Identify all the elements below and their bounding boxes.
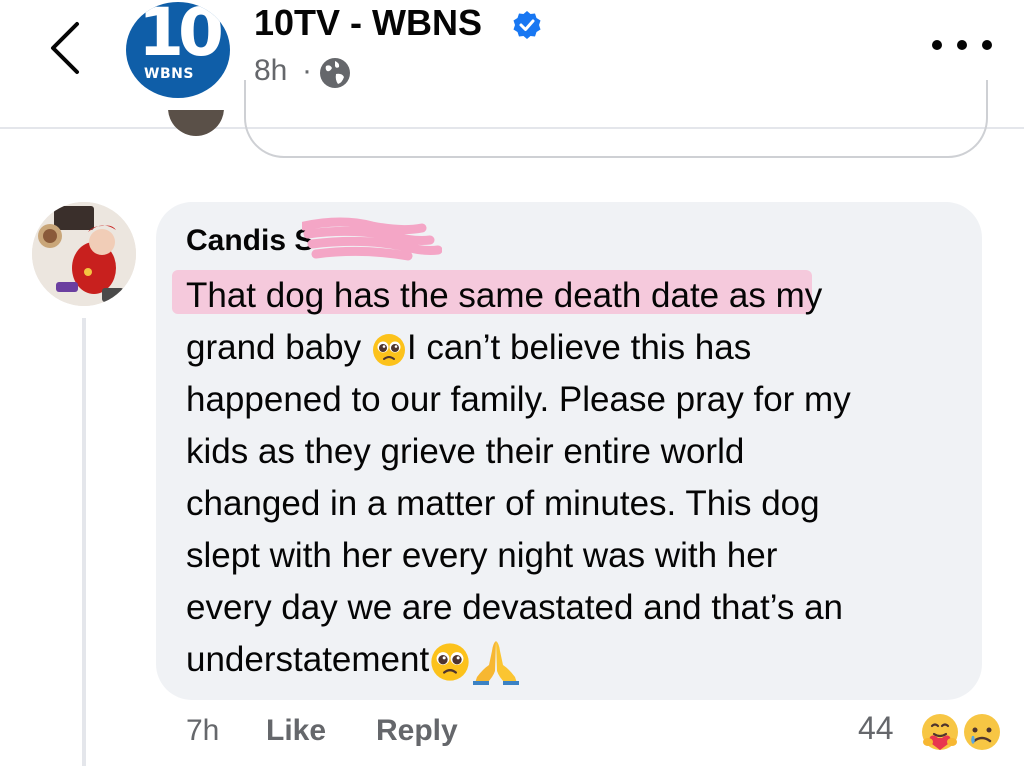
chevron-left-icon (51, 22, 79, 74)
sad-reaction-icon (961, 711, 1003, 753)
more-dot (982, 40, 992, 50)
avatar-photo (32, 202, 136, 306)
comment-text: That dog has the same death date as my g… (186, 270, 966, 686)
comment-timestamp[interactable]: 7h (186, 714, 219, 748)
comment-line-7: every day we are devastated and that’s a… (186, 588, 844, 627)
comment-author[interactable]: Candis S (186, 224, 314, 258)
reply-button[interactable]: Reply (376, 714, 458, 748)
avatar-image (168, 110, 224, 136)
page-name[interactable]: 10TV - WBNS (254, 2, 482, 44)
folded-hands-emoji-icon (473, 640, 520, 685)
comment-line-4: kids as they grieve their entire world (186, 432, 745, 471)
comment-line-2: grand baby (186, 328, 371, 367)
reaction-count[interactable]: 44 (858, 710, 894, 747)
pleading-face-emoji-icon (372, 333, 405, 366)
commenter-avatar[interactable] (32, 202, 136, 306)
logo-number: 10 (138, 2, 224, 71)
comment-line-1: That dog has the same death date as my (186, 276, 823, 315)
reactions-summary[interactable] (916, 708, 1010, 754)
previous-commenter-avatar[interactable] (168, 110, 224, 144)
like-button[interactable]: Like (266, 714, 326, 748)
comment-line-6: slept with her every night was with her (186, 536, 778, 575)
redaction-scribble (302, 217, 442, 261)
comment-line-5: changed in a matter of minutes. This dog (186, 484, 820, 523)
more-dot (957, 40, 967, 50)
reply-thread-line (82, 318, 86, 766)
care-reaction-icon (919, 711, 961, 753)
back-button[interactable] (40, 16, 90, 80)
comment-line-8: understatement (186, 640, 430, 679)
pleading-face-emoji-icon (431, 643, 469, 681)
comment-line-2b: I can’t believe this has (406, 328, 752, 367)
previous-comment-bubble (244, 80, 988, 158)
logo-subtext: WBNS (144, 66, 194, 82)
more-horizontal-icon (932, 40, 942, 50)
page-avatar-logo[interactable]: 10 WBNS (126, 2, 230, 98)
more-options-button[interactable] (932, 30, 992, 60)
comment-line-3: happened to our family. Please pray for … (186, 380, 851, 419)
verified-badge-icon (513, 11, 541, 39)
